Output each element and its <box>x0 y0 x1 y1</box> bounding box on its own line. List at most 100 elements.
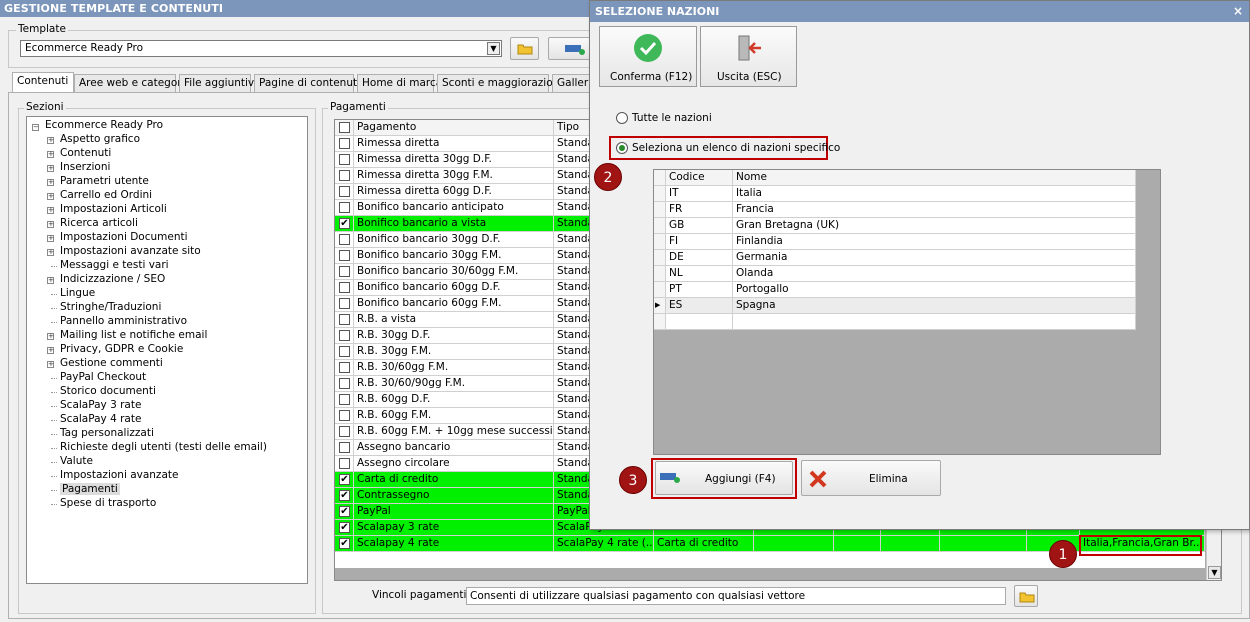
payment-checkbox[interactable] <box>339 170 350 181</box>
payment-name[interactable]: Rimessa diretta 60gg D.F. <box>354 184 554 200</box>
payment-checkbox[interactable] <box>339 154 350 165</box>
nation-row[interactable]: NL Olanda <box>654 266 1136 282</box>
nation-name[interactable]: Portogallo <box>733 282 1136 298</box>
tab-gallerie[interactable]: Gallerie <box>552 74 592 92</box>
template-select[interactable]: Ecommerce Ready Pro ▼ <box>20 40 502 57</box>
tree-item[interactable]: Parametri utente <box>60 175 149 187</box>
tree-item[interactable]: Storico documenti <box>60 385 156 397</box>
payment-extra[interactable]: Carta di credito <box>654 536 754 552</box>
nation-code[interactable]: NL <box>666 266 733 282</box>
nation-code[interactable]: FR <box>666 202 733 218</box>
payment-checkbox[interactable]: ✔ <box>339 218 350 229</box>
tab-contenuti[interactable]: Contenuti <box>12 72 74 93</box>
tree-item[interactable]: Gestione commenti <box>60 357 163 369</box>
payment-name[interactable]: R.B. 30gg F.M. <box>354 344 554 360</box>
check-cell[interactable] <box>335 456 354 472</box>
payment-name[interactable]: R.B. 60gg F.M. <box>354 408 554 424</box>
check-cell[interactable] <box>335 280 354 296</box>
row-selector[interactable] <box>654 250 666 266</box>
payment-checkbox[interactable] <box>339 426 350 437</box>
sections-tree[interactable]: − Ecommerce Ready Pro + Aspetto grafico + C… <box>26 116 308 584</box>
vincoli-field[interactable]: Consenti di utilizzare qualsiasi pagamen… <box>466 587 1006 605</box>
payment-name[interactable]: Bonifico bancario 30gg F.M. <box>354 248 554 264</box>
header-nome[interactable]: Nome <box>733 170 1136 186</box>
payment-name[interactable]: PayPal <box>354 504 554 520</box>
payment-cell[interactable] <box>754 536 834 552</box>
expand-icon[interactable]: + <box>47 207 54 214</box>
payment-checkbox[interactable] <box>339 138 350 149</box>
nation-name[interactable]: Spagna <box>733 298 1136 314</box>
payment-checkbox[interactable]: ✔ <box>339 474 350 485</box>
tab-pagine-contenuti[interactable]: Pagine di contenuti <box>254 74 360 92</box>
nation-name[interactable] <box>733 314 1136 330</box>
tab-sconti[interactable]: Sconti e maggiorazioni <box>437 74 562 92</box>
nation-row[interactable]: GB Gran Bretagna (UK) <box>654 218 1136 234</box>
expand-icon[interactable]: + <box>47 347 54 354</box>
payment-cell[interactable] <box>834 536 881 552</box>
row-selector[interactable] <box>654 314 666 330</box>
open-folder-button[interactable] <box>510 37 539 60</box>
tree-item[interactable]: Stringhe/Traduzioni <box>60 301 161 313</box>
expand-icon[interactable]: + <box>47 361 54 368</box>
check-cell[interactable] <box>335 168 354 184</box>
payment-name[interactable]: Bonifico bancario 30/60gg F.M. <box>354 264 554 280</box>
tree-item[interactable]: Tag personalizzati <box>60 427 154 439</box>
payment-name[interactable]: Assegno circolare <box>354 456 554 472</box>
payment-checkbox[interactable] <box>339 410 350 421</box>
payment-name[interactable]: Scalapay 3 rate <box>354 520 554 536</box>
chevron-down-icon[interactable]: ▼ <box>487 42 500 55</box>
payment-name[interactable]: Bonifico bancario a vista <box>354 216 554 232</box>
payment-checkbox[interactable] <box>339 266 350 277</box>
add-template-button[interactable] <box>548 37 592 60</box>
expand-icon[interactable]: + <box>47 193 54 200</box>
check-cell[interactable] <box>335 312 354 328</box>
tree-root[interactable]: Ecommerce Ready Pro <box>45 119 163 131</box>
nation-code[interactable]: PT <box>666 282 733 298</box>
nation-row[interactable]: ▶ ES Spagna <box>654 298 1136 314</box>
nation-name[interactable]: Germania <box>733 250 1136 266</box>
check-cell[interactable] <box>335 408 354 424</box>
payment-name[interactable]: R.B. 60gg F.M. + 10gg mese successivo <box>354 424 554 440</box>
payment-name[interactable]: Contrassegno <box>354 488 554 504</box>
payment-checkbox[interactable] <box>339 330 350 341</box>
tab-home-di-marca[interactable]: Home di marca <box>357 74 442 92</box>
expand-icon[interactable]: + <box>47 221 54 228</box>
row-selector[interactable] <box>654 218 666 234</box>
tree-item[interactable]: Carrello ed Ordini <box>60 189 152 201</box>
expand-icon[interactable]: + <box>47 165 54 172</box>
row-selector[interactable]: ▶ <box>654 298 666 314</box>
nation-name[interactable]: Olanda <box>733 266 1136 282</box>
payment-name[interactable]: Rimessa diretta 30gg D.F. <box>354 152 554 168</box>
tree-item[interactable]: Mailing list e notifiche email <box>60 329 207 341</box>
scroll-down-icon[interactable]: ▼ <box>1208 566 1221 579</box>
check-cell[interactable]: ✔ <box>335 504 354 520</box>
payment-checkbox[interactable] <box>339 458 350 469</box>
nation-name[interactable]: Francia <box>733 202 1136 218</box>
tree-item[interactable]: Pagamenti <box>60 483 120 495</box>
payment-name[interactable]: Rimessa diretta 30gg F.M. <box>354 168 554 184</box>
check-cell[interactable] <box>335 296 354 312</box>
check-cell[interactable]: ✔ <box>335 216 354 232</box>
payment-checkbox[interactable]: ✔ <box>339 506 350 517</box>
delete-nation-button[interactable]: Elimina <box>801 460 941 496</box>
collapse-icon[interactable]: − <box>32 124 39 131</box>
tree-item[interactable]: Richieste degli utenti (testi delle emai… <box>60 441 267 453</box>
payment-cell[interactable] <box>881 536 940 552</box>
expand-icon[interactable]: + <box>47 333 54 340</box>
radio-all-nations[interactable] <box>616 112 628 124</box>
tree-item[interactable]: Messaggi e testi vari <box>60 259 169 271</box>
check-cell[interactable] <box>335 248 354 264</box>
tab-file-aggiuntivi[interactable]: File aggiuntivi <box>179 74 257 92</box>
check-cell[interactable] <box>335 440 354 456</box>
check-cell[interactable] <box>335 360 354 376</box>
payment-name[interactable]: R.B. 60gg D.F. <box>354 392 554 408</box>
header-pagamento[interactable]: Pagamento <box>354 120 554 136</box>
payment-checkbox[interactable] <box>339 234 350 245</box>
check-cell[interactable] <box>335 264 354 280</box>
payment-name[interactable]: Bonifico bancario 60gg F.M. <box>354 296 554 312</box>
nation-code[interactable]: FI <box>666 234 733 250</box>
payment-checkbox[interactable] <box>339 378 350 389</box>
nation-code[interactable]: ES <box>666 298 733 314</box>
payment-name[interactable]: R.B. 30/60gg F.M. <box>354 360 554 376</box>
payment-type[interactable]: ScalaPay 4 rate (... <box>554 536 654 552</box>
